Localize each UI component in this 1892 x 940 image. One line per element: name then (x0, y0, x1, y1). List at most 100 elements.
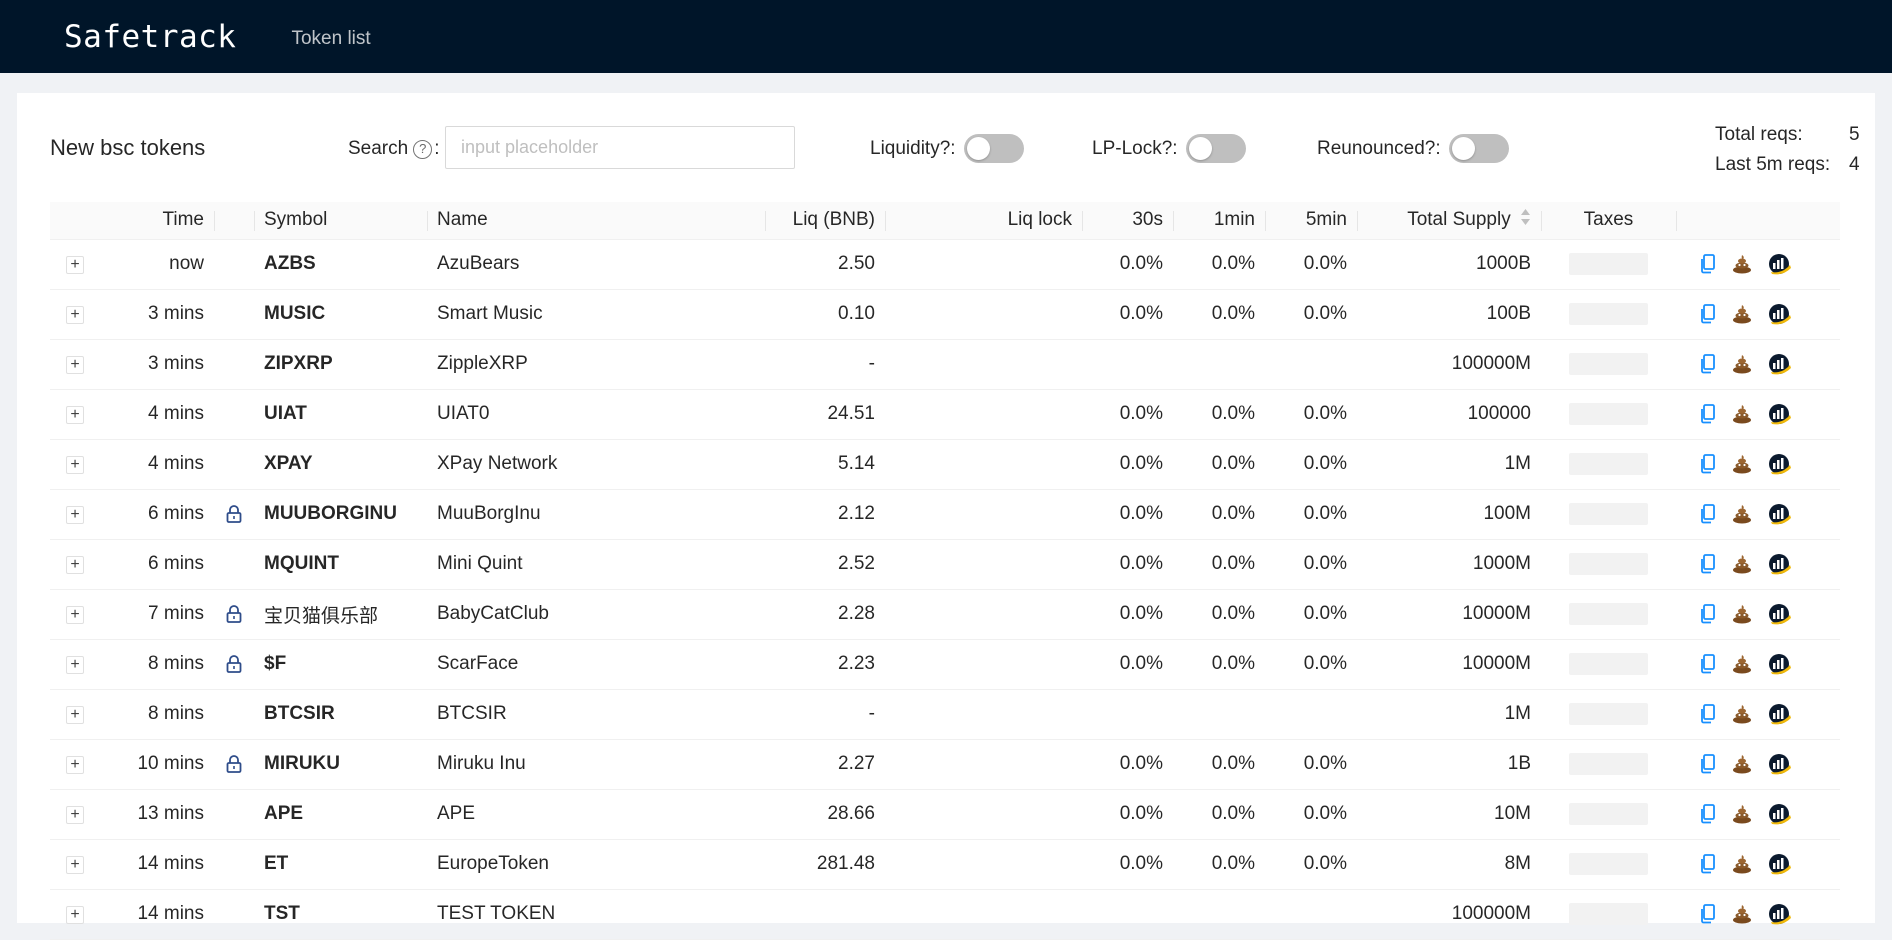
plus-icon[interactable]: + (66, 556, 84, 574)
question-circle-icon[interactable]: ? (413, 139, 433, 159)
plus-icon[interactable]: + (66, 606, 84, 624)
search-input[interactable] (445, 126, 795, 169)
brand-logo[interactable]: Safetrack (64, 19, 236, 55)
copy-icon[interactable] (1700, 454, 1716, 474)
cell-liq: 281.48 (765, 839, 885, 890)
copy-icon[interactable] (1700, 854, 1716, 874)
dextools-chart-icon[interactable] (1768, 503, 1792, 525)
col-name: Name (427, 202, 765, 240)
dextools-chart-icon[interactable] (1768, 703, 1792, 725)
plus-icon[interactable]: + (66, 306, 84, 324)
cell-actions (1676, 639, 1840, 690)
dextools-chart-icon[interactable] (1768, 303, 1792, 325)
tax-placeholder-bar (1569, 402, 1648, 425)
search-label-colon: : (434, 138, 440, 159)
plus-icon[interactable]: + (66, 656, 84, 674)
dextools-chart-icon[interactable] (1768, 553, 1792, 575)
poocoin-icon[interactable] (1731, 854, 1753, 874)
dextools-chart-icon[interactable] (1768, 853, 1792, 875)
cell-taxes (1541, 589, 1676, 640)
cell-taxes (1541, 389, 1676, 440)
cell-total-supply: 100000 (1357, 389, 1541, 440)
plus-icon[interactable]: + (66, 756, 84, 774)
cell-taxes (1541, 689, 1676, 740)
dextools-chart-icon[interactable] (1768, 353, 1792, 375)
cell-30s: 0.0% (1082, 789, 1173, 840)
plus-icon[interactable]: + (66, 706, 84, 724)
cell-actions (1676, 339, 1840, 390)
poocoin-icon[interactable] (1731, 804, 1753, 824)
cell-30s: 0.0% (1082, 389, 1173, 440)
poocoin-icon[interactable] (1731, 554, 1753, 574)
cell-1min: 0.0% (1173, 839, 1265, 890)
plus-icon[interactable]: + (66, 856, 84, 874)
plus-icon[interactable]: + (66, 806, 84, 824)
liquidity-toggle[interactable] (963, 134, 1024, 163)
stat-label: Last 5m reqs: (1715, 154, 1831, 175)
cell-liq: 28.66 (765, 789, 885, 840)
stat-label: Total reqs: (1715, 124, 1803, 145)
copy-icon[interactable] (1700, 654, 1716, 674)
copy-icon[interactable] (1700, 304, 1716, 324)
dextools-chart-icon[interactable] (1768, 453, 1792, 475)
cell-symbol: ET (254, 839, 427, 890)
poocoin-icon[interactable] (1731, 604, 1753, 624)
filter-liquidity-label: Liquidity?: (870, 137, 956, 159)
copy-icon[interactable] (1700, 504, 1716, 524)
copy-icon[interactable] (1700, 804, 1716, 824)
cell-taxes (1541, 289, 1676, 340)
cell-liq: 2.50 (765, 239, 885, 290)
copy-icon[interactable] (1700, 604, 1716, 624)
cell-liq-lock (885, 889, 1082, 940)
poocoin-icon[interactable] (1731, 904, 1753, 924)
plus-icon[interactable]: + (66, 356, 84, 374)
poocoin-icon[interactable] (1731, 354, 1753, 374)
plus-icon[interactable]: + (66, 456, 84, 474)
plus-icon[interactable]: + (66, 406, 84, 424)
dextools-chart-icon[interactable] (1768, 653, 1792, 675)
cell-time: 10 mins (100, 739, 214, 790)
plus-icon[interactable]: + (66, 256, 84, 274)
poocoin-icon[interactable] (1731, 254, 1753, 274)
cell-lock (214, 689, 254, 740)
dextools-chart-icon[interactable] (1768, 603, 1792, 625)
copy-icon[interactable] (1700, 904, 1716, 924)
dextools-chart-icon[interactable] (1768, 903, 1792, 925)
cell-actions (1676, 889, 1840, 940)
dextools-chart-icon[interactable] (1768, 253, 1792, 275)
col-total-supply[interactable]: Total Supply (1357, 202, 1541, 240)
plus-icon[interactable]: + (66, 506, 84, 524)
poocoin-icon[interactable] (1731, 404, 1753, 424)
lp-lock-toggle[interactable] (1185, 134, 1246, 163)
copy-icon[interactable] (1700, 554, 1716, 574)
cell-5min: 0.0% (1265, 489, 1357, 540)
dextools-chart-icon[interactable] (1768, 803, 1792, 825)
cell-actions (1676, 789, 1840, 840)
cell-symbol: 宝贝猫俱乐部 (254, 589, 427, 640)
copy-icon[interactable] (1700, 704, 1716, 724)
col-5min: 5min (1265, 202, 1357, 240)
dextools-chart-icon[interactable] (1768, 403, 1792, 425)
poocoin-icon[interactable] (1731, 504, 1753, 524)
sort-icon[interactable] (1520, 207, 1531, 233)
poocoin-icon[interactable] (1731, 754, 1753, 774)
nav-token-list[interactable]: Token list (291, 28, 370, 50)
filter-renounced-label: Reunounced?: (1317, 137, 1441, 159)
cell-symbol: MUSIC (254, 289, 427, 340)
dextools-chart-icon[interactable] (1768, 753, 1792, 775)
cell-30s (1082, 889, 1173, 940)
cell-symbol: XPAY (254, 439, 427, 490)
cell-5min: 0.0% (1265, 739, 1357, 790)
copy-icon[interactable] (1700, 254, 1716, 274)
cell-liq-lock (885, 589, 1082, 640)
copy-icon[interactable] (1700, 404, 1716, 424)
poocoin-icon[interactable] (1731, 654, 1753, 674)
poocoin-icon[interactable] (1731, 454, 1753, 474)
poocoin-icon[interactable] (1731, 704, 1753, 724)
renounced-toggle[interactable] (1448, 134, 1509, 163)
copy-icon[interactable] (1700, 754, 1716, 774)
poocoin-icon[interactable] (1731, 304, 1753, 324)
tax-placeholder-bar (1569, 752, 1648, 775)
plus-icon[interactable]: + (66, 906, 84, 924)
copy-icon[interactable] (1700, 354, 1716, 374)
